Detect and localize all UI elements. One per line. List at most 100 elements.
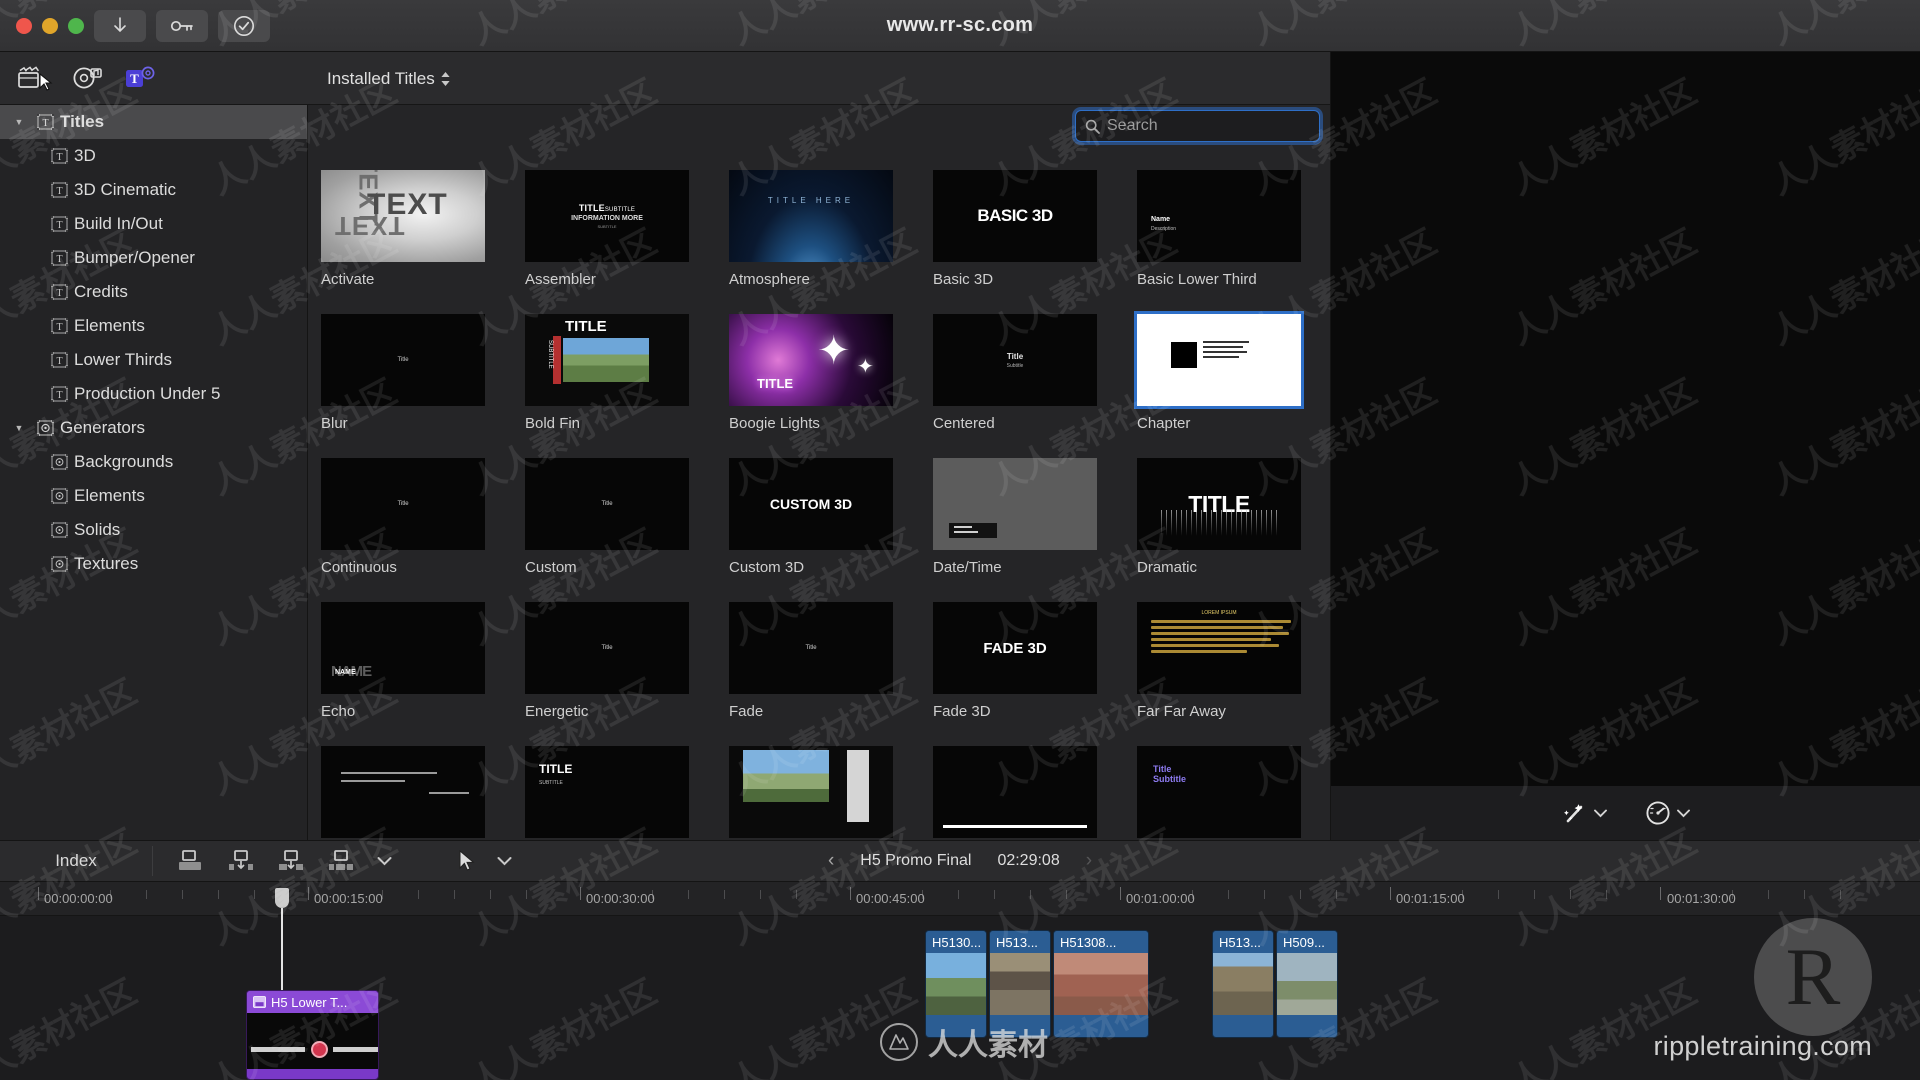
sidebar-item-production-under-5[interactable]: T Production Under 5	[0, 377, 307, 411]
title-item-row6e[interactable]: Title Subtitle	[1137, 746, 1301, 840]
title-item-custom[interactable]: Title Custom	[525, 458, 689, 576]
sidebar-item-lower-thirds[interactable]: T Lower Thirds	[0, 343, 307, 377]
title-item-boogie-lights[interactable]: ✦ ✦ TITLE Boogie Lights	[729, 314, 893, 432]
title-item-bold-fin[interactable]: SUBTITLE TITLE Bold Fin	[525, 314, 689, 432]
title-thumbnail[interactable]: ✦ ✦ TITLE	[729, 314, 893, 406]
timeline-title-clip[interactable]: H5 Lower T...	[246, 990, 379, 1080]
chevron-down-icon[interactable]	[1676, 809, 1690, 818]
sidebar-group-titles[interactable]: ▼ T Titles	[0, 105, 307, 139]
title-item-row6b[interactable]: TITLE SUBTITLE	[525, 746, 689, 840]
title-thumbnail[interactable]: Title	[729, 602, 893, 694]
title-item-date-time[interactable]: Date/Time	[933, 458, 1097, 576]
disclosure-triangle-icon[interactable]: ▼	[8, 423, 30, 433]
title-thumbnail[interactable]: Title Subtitle	[1137, 746, 1301, 838]
title-thumbnail[interactable]: Name Description	[1137, 170, 1301, 262]
sidebar-item-generator-elements[interactable]: Elements	[0, 479, 307, 513]
download-button[interactable]	[94, 9, 146, 42]
connect-clip-button[interactable]	[177, 849, 205, 873]
title-thumbnail[interactable]: Title Subtitle	[933, 314, 1097, 406]
chevron-right-icon[interactable]: ›	[1086, 850, 1092, 872]
timeline-ruler[interactable]: 00:00:00:00 00:00:15:00 00:00:30:00 00:0…	[0, 882, 1920, 916]
title-thumbnail[interactable]	[933, 746, 1097, 838]
title-thumbnail[interactable]: TITLE HERE	[729, 170, 893, 262]
sidebar-item-build-in-out[interactable]: T Build In/Out	[0, 207, 307, 241]
timeline-body[interactable]: H5 Lower T... H5130... H513... H51308...	[0, 908, 1920, 1080]
title-thumbnail[interactable]: Title	[321, 458, 485, 550]
titles-grid-scroll[interactable]: TEXT TEXT TEXT Activate TITLESUBTITLE IN…	[308, 153, 1330, 840]
title-thumbnail[interactable]: CUSTOM 3D	[729, 458, 893, 550]
title-thumbnail[interactable]: Title	[321, 314, 485, 406]
title-thumbnail[interactable]: Title	[525, 458, 689, 550]
title-item-far-far-away[interactable]: LOREM IPSUM Far Far Away	[1137, 602, 1301, 720]
sidebar-group-generators[interactable]: ▼ Generators	[0, 411, 307, 445]
title-item-row6a[interactable]	[321, 746, 485, 840]
title-thumbnail[interactable]: TITLE SUBTITLE	[525, 746, 689, 838]
title-item-centered[interactable]: Title Subtitle Centered	[933, 314, 1097, 432]
title-thumbnail[interactable]	[321, 746, 485, 838]
sidebar-item-backgrounds[interactable]: Backgrounds	[0, 445, 307, 479]
title-thumbnail[interactable]: SUBTITLE TITLE	[525, 314, 689, 406]
sidebar-item-credits[interactable]: T Credits	[0, 275, 307, 309]
search-field[interactable]	[1075, 110, 1320, 142]
title-item-echo[interactable]: NAME NAME Echo	[321, 602, 485, 720]
retime-button[interactable]	[1645, 800, 1690, 826]
title-thumbnail[interactable]: LOREM IPSUM	[1137, 602, 1301, 694]
title-item-fade[interactable]: Title Fade	[729, 602, 893, 720]
chevron-left-icon[interactable]: ‹	[828, 850, 834, 872]
sidebar-item-bumper-opener[interactable]: T Bumper/Opener	[0, 241, 307, 275]
chevron-down-icon[interactable]	[1593, 809, 1607, 818]
select-tool-button[interactable]	[458, 850, 475, 872]
music-browser-icon[interactable]	[68, 61, 108, 95]
timeline-video-clip[interactable]: H513...	[1212, 930, 1274, 1038]
index-button[interactable]: Index	[0, 851, 152, 871]
checkmark-button[interactable]	[218, 9, 270, 42]
title-thumbnail[interactable]	[729, 746, 893, 838]
title-thumbnail[interactable]: TITLESUBTITLE INFORMATION MORE SUBTITLE	[525, 170, 689, 262]
timeline-video-clip[interactable]: H509...	[1276, 930, 1338, 1038]
title-thumbnail[interactable]: TEXT TEXT TEXT	[321, 170, 485, 262]
minimize-button[interactable]	[42, 17, 58, 34]
title-item-row6d[interactable]	[933, 746, 1097, 840]
sidebar-item-solids[interactable]: Solids	[0, 513, 307, 547]
overwrite-clip-button[interactable]	[327, 849, 355, 873]
title-item-fade-3d[interactable]: FADE 3D Fade 3D	[933, 602, 1097, 720]
playhead-handle[interactable]	[275, 888, 289, 908]
title-item-dramatic[interactable]: TITLE Dramatic	[1137, 458, 1301, 576]
disclosure-triangle-icon[interactable]: ▼	[8, 117, 30, 127]
edit-options-menu[interactable]	[377, 856, 392, 866]
title-item-basic-3d[interactable]: BASIC 3D Basic 3D	[933, 170, 1097, 288]
title-item-row6c[interactable]	[729, 746, 893, 840]
sidebar-item-3d-cinematic[interactable]: T 3D Cinematic	[0, 173, 307, 207]
titles-generators-browser-icon[interactable]: T	[120, 61, 160, 95]
sidebar-item-textures[interactable]: Textures	[0, 547, 307, 581]
title-thumbnail[interactable]	[933, 458, 1097, 550]
title-item-blur[interactable]: Title Blur	[321, 314, 485, 432]
tool-options-menu[interactable]	[497, 856, 512, 866]
title-thumbnail[interactable]: BASIC 3D	[933, 170, 1097, 262]
search-field-wrapper[interactable]	[1075, 110, 1320, 142]
sidebar-item-elements[interactable]: T Elements	[0, 309, 307, 343]
title-item-activate[interactable]: TEXT TEXT TEXT Activate	[321, 170, 485, 288]
password-button[interactable]	[156, 9, 208, 42]
photos-video-browser-icon[interactable]	[16, 61, 56, 95]
enhancements-button[interactable]	[1562, 801, 1607, 825]
zoom-button[interactable]	[68, 17, 84, 34]
title-thumbnail[interactable]: NAME NAME	[321, 602, 485, 694]
close-button[interactable]	[16, 17, 32, 34]
title-item-atmosphere[interactable]: TITLE HERE Atmosphere	[729, 170, 893, 288]
append-clip-button[interactable]	[277, 849, 305, 873]
title-thumbnail[interactable]	[1134, 311, 1304, 409]
title-item-chapter[interactable]: Chapter	[1134, 311, 1304, 432]
title-thumbnail[interactable]: Title	[525, 602, 689, 694]
title-item-energetic[interactable]: Title Energetic	[525, 602, 689, 720]
timeline-video-clip[interactable]: H51308...	[1053, 930, 1149, 1038]
title-item-continuous[interactable]: Title Continuous	[321, 458, 485, 576]
library-sidebar[interactable]: ▼ T Titles T 3D T 3D Cinematic T Build I…	[0, 105, 308, 840]
title-item-basic-lower-third[interactable]: Name Description Basic Lower Third	[1137, 170, 1301, 288]
insert-clip-button[interactable]	[227, 849, 255, 873]
title-thumbnail[interactable]: TITLE	[1137, 458, 1301, 550]
category-selector[interactable]: Installed Titles	[327, 52, 451, 105]
search-input[interactable]	[1107, 117, 1292, 135]
title-item-custom-3d[interactable]: CUSTOM 3D Custom 3D	[729, 458, 893, 576]
title-thumbnail[interactable]: FADE 3D	[933, 602, 1097, 694]
